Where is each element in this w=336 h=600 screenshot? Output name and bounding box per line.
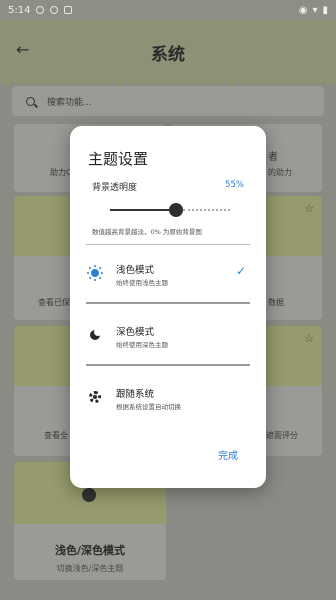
option-desc: 始终使用深色主题	[116, 341, 168, 349]
card-label: 浅色/深色模式	[54, 544, 126, 557]
check-icon: ✓	[235, 264, 246, 278]
search-bar[interactable]: 搜索功能...	[12, 86, 324, 116]
slider-track-active	[110, 209, 176, 211]
option-name: 浅色模式	[116, 265, 155, 276]
slider-thumb[interactable]	[169, 203, 183, 217]
moon-icon	[88, 328, 102, 342]
option-desc: 根据系统设置自动切换	[116, 403, 181, 411]
dialog-title: 主题设置	[88, 150, 149, 168]
card-snippet: 遮面评分	[266, 431, 298, 440]
star-icon[interactable]: ☆	[304, 332, 314, 345]
option-dark-mode[interactable]: 深色模式 始终使用深色主题	[86, 322, 250, 356]
wifi-icon: ▾	[312, 4, 318, 16]
sun-icon	[87, 265, 103, 281]
opacity-label: 背景透明度	[92, 183, 138, 193]
page-title: 系统	[151, 45, 185, 65]
app-bar: ← 系统	[0, 20, 336, 86]
slider-track-inactive	[183, 209, 230, 211]
status-time: 5:14	[8, 4, 31, 16]
option-desc: 始终使用浅色主题	[116, 279, 168, 287]
battery-icon: ▮	[322, 4, 328, 16]
divider	[86, 244, 250, 245]
divider	[86, 364, 250, 366]
card-snippet: 数据	[268, 298, 284, 307]
option-name: 深色模式	[116, 327, 155, 338]
option-follow-system[interactable]: 跟随系统 根据系统设置自动切换	[86, 384, 250, 418]
status-bar: 5:14 ◉ ▾ ▮	[0, 0, 336, 20]
option-light-mode[interactable]: 浅色模式 始终使用浅色主题 ✓	[86, 260, 250, 294]
gear-icon	[88, 390, 102, 404]
card-snippet: 查看已保	[38, 298, 70, 307]
scallop-decoration	[0, 74, 336, 86]
notification-icon	[64, 6, 73, 14]
card-snippet: 查看全	[44, 431, 68, 440]
star-icon[interactable]: ☆	[304, 202, 314, 215]
sync-icon	[36, 6, 45, 14]
card-snippet: 的助力	[268, 168, 292, 177]
divider	[86, 302, 250, 304]
card-snippet: 者	[268, 152, 278, 163]
search-icon	[26, 96, 35, 106]
search-placeholder: 搜索功能...	[47, 97, 92, 108]
theme-settings-dialog: 主题设置 背景透明度 55% 数值越高背景越淡，0% 为原始背景图 浅色模式 始…	[70, 126, 266, 488]
sync-icon-2	[50, 6, 59, 14]
opacity-value: 55%	[225, 180, 244, 190]
moon-icon	[82, 488, 96, 502]
opacity-slider[interactable]	[110, 202, 230, 218]
card-sublabel: 切换浅色/深色主题	[56, 564, 124, 573]
option-name: 跟随系统	[116, 389, 155, 400]
opacity-hint: 数值越高背景越淡，0% 为原始背景图	[92, 228, 202, 236]
location-icon: ◉	[298, 4, 308, 16]
done-button[interactable]: 完成	[218, 447, 238, 462]
